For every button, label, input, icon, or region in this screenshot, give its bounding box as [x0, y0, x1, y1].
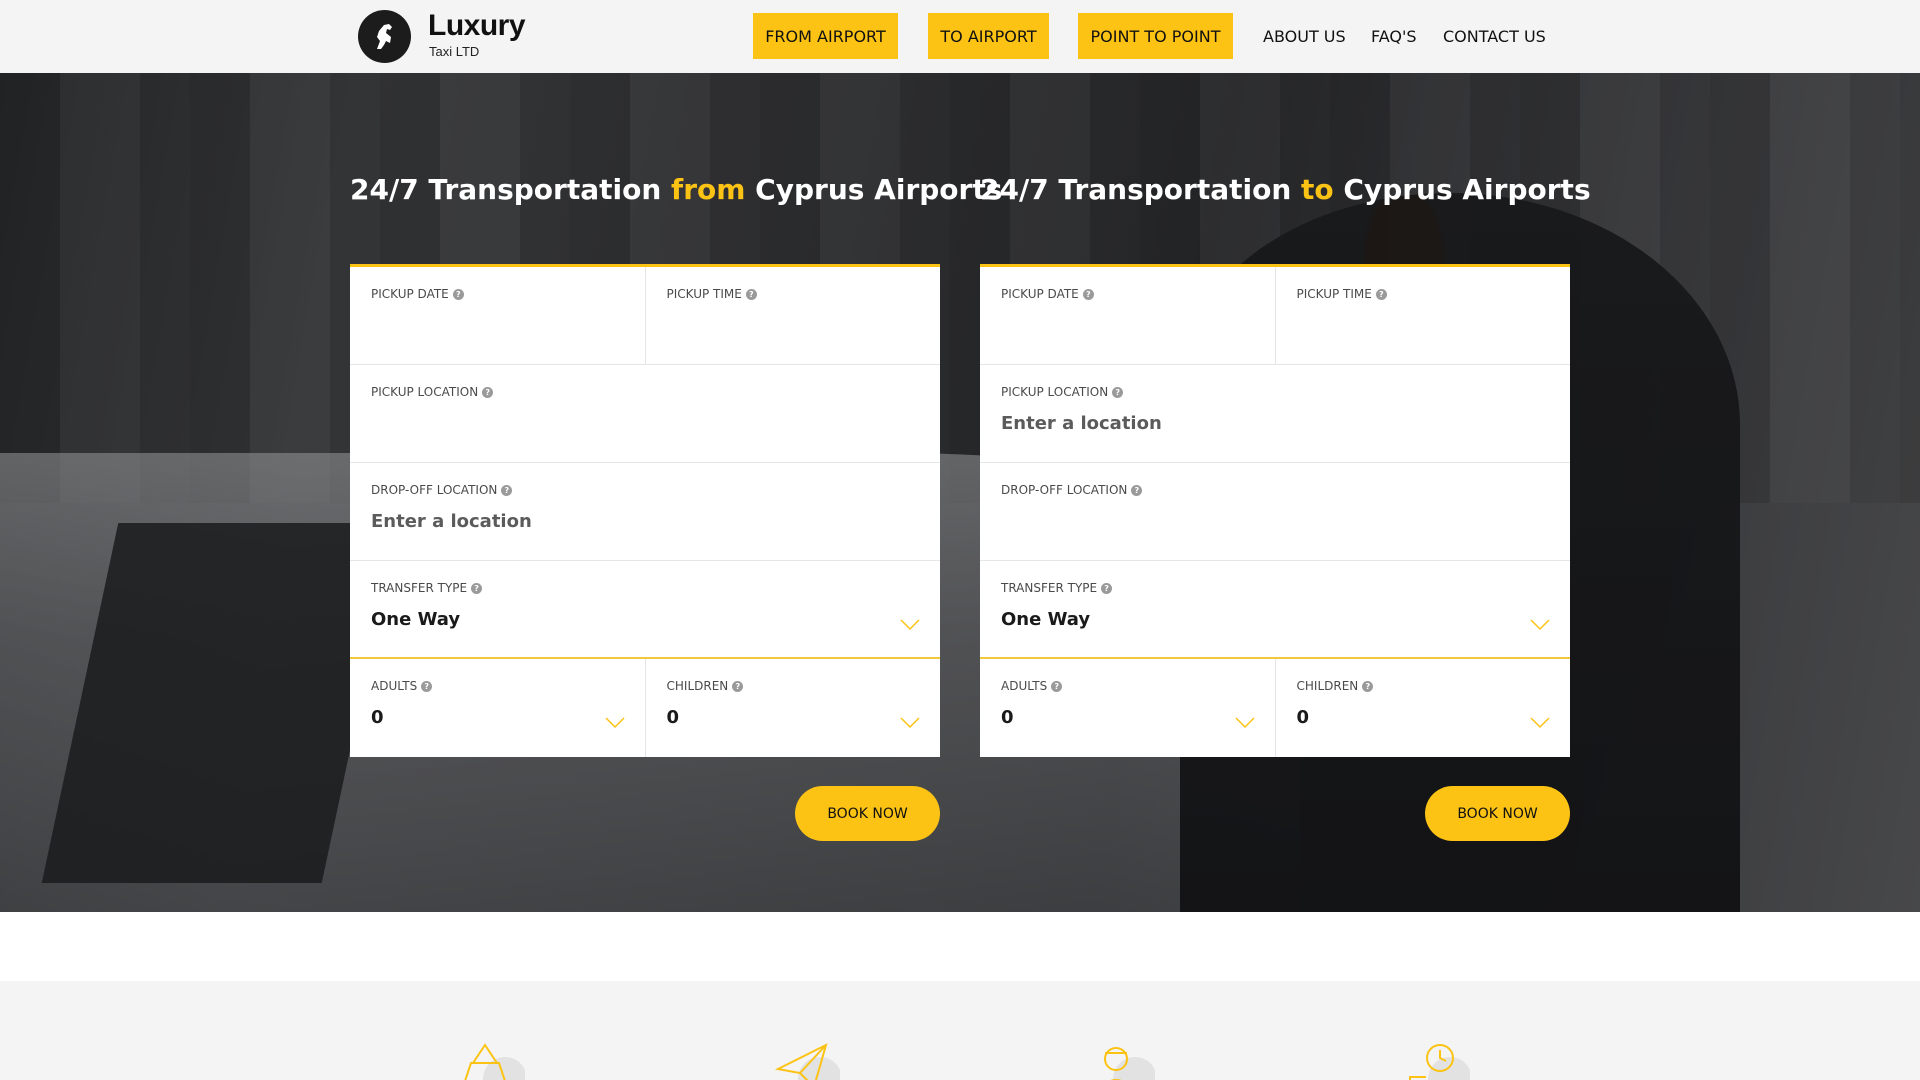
pickup-location-input[interactable]: Enter a location: [1001, 413, 1550, 434]
field-label: PICKUP TIME: [1296, 287, 1372, 301]
chevron-down-icon[interactable]: [604, 717, 625, 729]
help-icon[interactable]: ?: [1051, 680, 1063, 692]
help-icon[interactable]: ?: [1375, 288, 1387, 300]
adults-select[interactable]: ADULTS? 0: [350, 659, 645, 757]
help-icon[interactable]: ?: [1362, 680, 1374, 692]
dropoff-location-input[interactable]: Enter a location: [371, 511, 920, 532]
help-icon[interactable]: ?: [452, 288, 464, 300]
title-highlight: from: [671, 173, 746, 206]
nav-from-airport-button[interactable]: FROM AIRPORT: [753, 13, 898, 59]
adults-value: 0: [371, 707, 384, 728]
nav-about-us-link[interactable]: ABOUT US: [1263, 13, 1346, 59]
help-icon[interactable]: ?: [501, 484, 513, 496]
help-icon[interactable]: ?: [745, 288, 757, 300]
field-label: CHILDREN: [666, 679, 729, 693]
dropoff-location-field[interactable]: DROP-OFF LOCATION? Enter a location: [350, 463, 940, 560]
help-icon[interactable]: ?: [482, 386, 494, 398]
paper-plane-icon: [774, 1043, 840, 1080]
pickup-date-field[interactable]: PICKUP DATE?: [350, 267, 645, 364]
pickup-time-field[interactable]: PICKUP TIME?: [644, 267, 941, 364]
brand-subtitle: Taxi LTD: [429, 44, 480, 59]
children-select[interactable]: CHILDREN? 0: [644, 659, 941, 757]
chevron-down-icon[interactable]: [900, 619, 920, 631]
adults-select[interactable]: ADULTS? 0: [980, 659, 1275, 757]
site-header: Luxury Taxi LTD FROM AIRPORT TO AIRPORT …: [0, 0, 1920, 73]
field-label: PICKUP LOCATION: [1001, 385, 1109, 399]
nav-to-airport-button[interactable]: TO AIRPORT: [928, 13, 1049, 59]
booking-form-from-airport: PICKUP DATE? PICKUP TIME? PICKUP LOCATIO…: [350, 264, 940, 757]
pickup-time-field[interactable]: PICKUP TIME?: [1274, 267, 1571, 364]
book-now-button[interactable]: BOOK NOW: [1425, 786, 1570, 841]
chevron-down-icon[interactable]: [900, 717, 920, 729]
horse-logo-icon[interactable]: [358, 10, 411, 63]
chevron-down-icon[interactable]: [1234, 717, 1255, 729]
brand-name[interactable]: Luxury: [428, 9, 526, 43]
help-icon[interactable]: ?: [1112, 386, 1124, 398]
book-now-button[interactable]: BOOK NOW: [795, 786, 940, 841]
title-text: Cyprus Airports: [745, 173, 1003, 206]
help-icon[interactable]: ?: [421, 680, 433, 692]
help-icon[interactable]: ?: [1101, 582, 1113, 594]
children-value: 0: [1296, 707, 1310, 728]
title-highlight: to: [1301, 173, 1334, 206]
help-icon[interactable]: ?: [732, 680, 744, 692]
transfer-type-select[interactable]: TRANSFER TYPE? One Way: [350, 561, 940, 657]
form-title-from-airport: 24/7 Transportation from Cyprus Airports: [350, 173, 1002, 206]
features-section: [0, 981, 1920, 1080]
field-label: ADULTS: [371, 679, 418, 693]
field-label: PICKUP DATE: [1001, 287, 1079, 301]
nav-point-to-point-button[interactable]: POINT TO POINT: [1078, 13, 1233, 59]
booking-form-to-airport: PICKUP DATE? PICKUP TIME? PICKUP LOCATIO…: [980, 264, 1570, 757]
nav-contact-us-link[interactable]: CONTACT US: [1443, 13, 1546, 59]
title-text: 24/7 Transportation: [980, 173, 1302, 206]
field-label: TRANSFER TYPE: [371, 581, 468, 595]
field-label: DROP-OFF LOCATION: [1001, 483, 1128, 497]
title-text: 24/7 Transportation: [350, 173, 672, 206]
adults-value: 0: [1001, 707, 1014, 728]
hero-section: 24/7 Transportation from Cyprus Airports…: [0, 73, 1920, 912]
field-label: PICKUP TIME: [666, 287, 742, 301]
help-icon[interactable]: ?: [1082, 288, 1094, 300]
dropoff-location-field[interactable]: DROP-OFF LOCATION?: [980, 463, 1570, 560]
help-icon[interactable]: ?: [1131, 484, 1143, 496]
field-label: PICKUP DATE: [371, 287, 449, 301]
pickup-location-field[interactable]: PICKUP LOCATION? Enter a location: [980, 365, 1570, 462]
children-value: 0: [666, 707, 680, 728]
field-label: PICKUP LOCATION: [371, 385, 479, 399]
title-text: Cyprus Airports: [1333, 173, 1591, 206]
driver-icon: [1104, 1047, 1155, 1080]
chevron-down-icon[interactable]: [1530, 619, 1550, 631]
children-select[interactable]: CHILDREN? 0: [1274, 659, 1571, 757]
transfer-type-value: One Way: [1001, 609, 1091, 630]
field-label: DROP-OFF LOCATION: [371, 483, 498, 497]
transfer-type-select[interactable]: TRANSFER TYPE? One Way: [980, 561, 1570, 657]
clock-icon: [1409, 1044, 1470, 1080]
transfer-type-value: One Way: [371, 609, 461, 630]
field-label: CHILDREN: [1296, 679, 1359, 693]
pickup-date-field[interactable]: PICKUP DATE?: [980, 267, 1275, 364]
chevron-down-icon[interactable]: [1530, 717, 1550, 729]
car-icon: [464, 1043, 525, 1080]
field-label: TRANSFER TYPE: [1001, 581, 1098, 595]
form-title-to-airport: 24/7 Transportation to Cyprus Airports: [980, 173, 1591, 206]
help-icon[interactable]: ?: [471, 582, 483, 594]
field-label: ADULTS: [1001, 679, 1048, 693]
pickup-location-field[interactable]: PICKUP LOCATION?: [350, 365, 940, 462]
nav-faqs-link[interactable]: FAQ'S: [1371, 13, 1417, 59]
